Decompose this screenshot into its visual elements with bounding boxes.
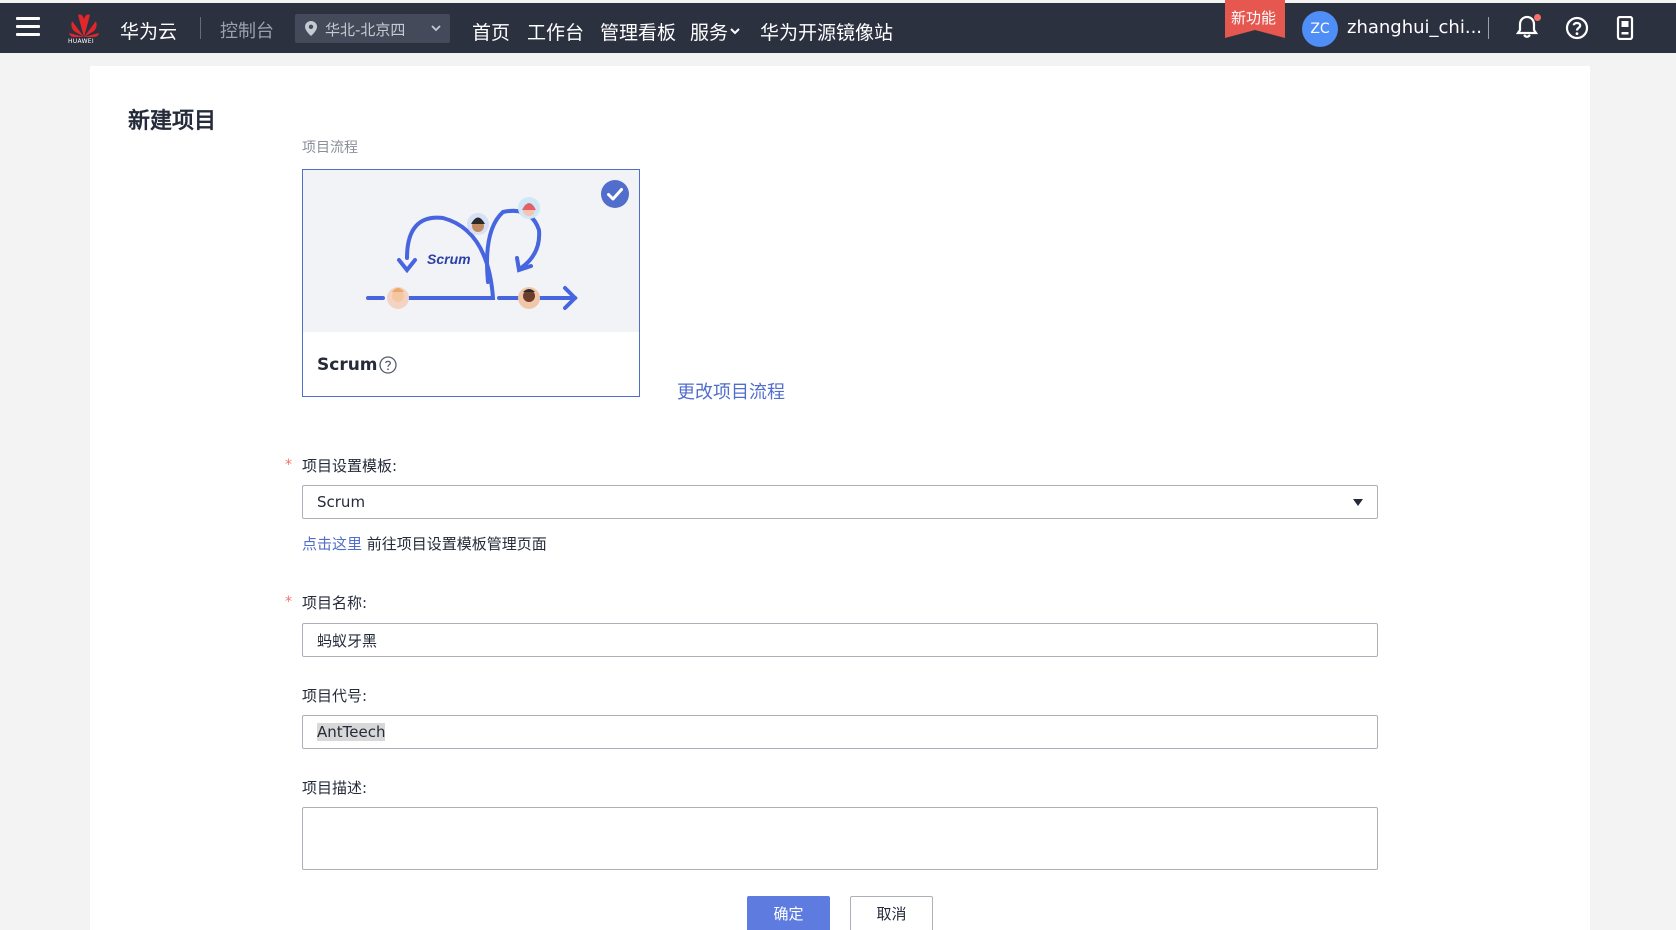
region-selector[interactable]: 华北-北京四 [295, 14, 450, 43]
project-code-value: AntTeech [317, 723, 386, 741]
caret-down-icon [1353, 499, 1363, 506]
flow-section-label: 项目流程 [302, 140, 358, 156]
template-label: 项目设置模板: [302, 457, 398, 475]
top-navigation-bar: HUAWEI 华为云 控制台 华北-北京四 首页 工作台 管理看板 服务 华为开… [0, 0, 1676, 53]
template-hint: 点击这里 前往项目设置模板管理页面 [302, 533, 547, 554]
description-label: 项目描述: [302, 779, 368, 797]
nav-open-source-mirror[interactable]: 华为开源镜像站 [760, 18, 893, 45]
console-link[interactable]: 控制台 [220, 17, 274, 43]
nav-services[interactable]: 服务 [690, 18, 728, 45]
divider [200, 17, 201, 39]
required-marker: * [285, 594, 292, 610]
page-title: 新建项目 [128, 109, 217, 134]
help-icon[interactable] [1565, 16, 1589, 40]
logo-wordmark: HUAWEI [68, 38, 94, 45]
nav-workbench[interactable]: 工作台 [527, 18, 584, 45]
chevron-down-icon [431, 25, 441, 32]
project-code-input[interactable]: AntTeech [302, 715, 1378, 749]
notification-dot [1534, 14, 1541, 21]
new-feature-label: 新功能 [1231, 9, 1277, 27]
template-select[interactable]: Scrum [302, 485, 1378, 519]
code-label: 项目代号: [302, 687, 368, 705]
username[interactable]: zhanghui_chi... [1347, 17, 1482, 38]
services-chevron-down-icon[interactable] [729, 27, 741, 37]
location-pin-icon [305, 21, 317, 36]
mobile-icon[interactable] [1616, 16, 1634, 40]
card-title: Scrum [317, 355, 378, 375]
cancel-button[interactable]: 取消 [850, 896, 933, 930]
hamburger-menu-icon[interactable] [16, 17, 40, 37]
template-hint-text: 前往项目设置模板管理页面 [362, 535, 547, 553]
required-marker: * [285, 457, 292, 473]
project-name-input[interactable] [302, 623, 1378, 657]
brand-name[interactable]: 华为云 [120, 17, 177, 44]
confirm-button[interactable]: 确定 [747, 896, 830, 930]
project-description-textarea[interactable] [302, 807, 1378, 870]
change-flow-link[interactable]: 更改项目流程 [677, 378, 785, 404]
question-circle-icon[interactable] [379, 356, 397, 374]
illustration-scrum-label: Scrum [427, 251, 471, 267]
nav-dashboard[interactable]: 管理看板 [600, 18, 676, 45]
new-feature-badge[interactable]: 新功能 [1225, 0, 1285, 40]
selected-check-icon [601, 180, 629, 208]
scrum-flow-card[interactable]: Scrum Scrum [302, 169, 640, 397]
divider [1488, 17, 1489, 39]
region-name: 华北-北京四 [325, 21, 406, 39]
scrum-illustration: Scrum [303, 170, 639, 332]
nav-home[interactable]: 首页 [472, 18, 510, 45]
user-avatar[interactable]: ZC [1302, 11, 1338, 47]
name-label: 项目名称: [302, 594, 368, 612]
template-manage-link[interactable]: 点击这里 [302, 535, 362, 553]
template-selected-value: Scrum [317, 493, 366, 511]
